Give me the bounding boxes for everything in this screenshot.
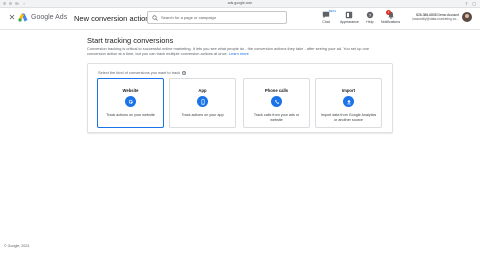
app-header: ✕ Google Ads New conversion action BETA … — [0, 8, 480, 30]
share-icon[interactable]: ⇪ — [465, 1, 468, 6]
help-circle-icon[interactable]: ? — [182, 70, 187, 75]
card-description: Track actions on your website — [106, 113, 155, 117]
card-title: App — [198, 88, 207, 93]
help-button[interactable]: ? Help — [366, 11, 374, 24]
google-ads-logo-icon — [18, 13, 28, 22]
conversion-type-panel: Select the kind of conversions you want … — [87, 63, 393, 133]
help-icon: ? — [366, 11, 374, 19]
notification-count: 1 — [386, 10, 391, 15]
card-phone-calls[interactable]: Phone calls Track calls from your ads or… — [243, 78, 310, 128]
back-icon[interactable]: ‹ — [18, 1, 19, 6]
footer-copyright: © Google, 2023. — [4, 244, 31, 248]
card-website[interactable]: Website Track actions on your website — [97, 78, 164, 128]
account-info[interactable]: 828-386-6808 Demo Account lucasmilly@dat… — [409, 13, 459, 21]
search-input[interactable] — [161, 15, 281, 20]
address-bar[interactable]: ads.google.com — [215, 1, 265, 6]
card-app[interactable]: App Track actions on your app — [169, 78, 236, 128]
notifications-button[interactable]: 1 Notifications — [381, 10, 401, 24]
google-ads-logo[interactable]: Google Ads — [18, 13, 67, 22]
smartphone-icon — [197, 96, 208, 107]
page-heading: Start tracking conversions — [87, 36, 174, 45]
cursor-click-icon — [125, 96, 136, 107]
chat-label: Chat — [322, 20, 330, 24]
card-description: Import data from Google Analytics or ano… — [320, 113, 377, 122]
page-description: Conversion tracking is critical to succe… — [87, 46, 387, 56]
search-icon — [152, 14, 158, 21]
conversion-type-prompt: Select the kind of conversions you want … — [98, 70, 187, 75]
card-description: Track calls from your ads or website — [253, 113, 300, 122]
card-title: Phone calls — [264, 88, 289, 93]
close-icon[interactable]: ✕ — [7, 13, 17, 23]
notifications-label: Notifications — [381, 20, 401, 24]
browser-chrome: ‹ › ads.google.com ⇪ ▢ — [0, 0, 480, 8]
help-label: Help — [366, 20, 374, 24]
phone-icon — [271, 96, 282, 107]
search-box[interactable] — [147, 11, 287, 24]
browser-actions[interactable]: ⇪ ▢ — [465, 1, 476, 6]
card-title: Website — [122, 88, 139, 93]
avatar[interactable] — [462, 12, 472, 22]
logo-text: Google Ads — [31, 14, 68, 21]
forward-icon[interactable]: › — [23, 1, 24, 6]
page-title: New conversion action — [74, 14, 150, 23]
chat-button[interactable]: BETA Chat — [322, 9, 336, 24]
account-email: lucasmilly@data-marketing.co... — [412, 17, 459, 21]
learn-more-link[interactable]: Learn more — [229, 51, 249, 56]
svg-text:?: ? — [369, 13, 372, 19]
card-import[interactable]: Import Import data from Google Analytics… — [315, 78, 382, 128]
prompt-text: Select the kind of conversions you want … — [98, 70, 181, 75]
card-title: Import — [341, 88, 356, 93]
upload-icon — [343, 96, 354, 107]
tabs-icon[interactable]: ▢ — [472, 1, 476, 6]
browser-nav[interactable]: ‹ › — [18, 1, 25, 6]
card-description: Track actions on your app — [181, 113, 224, 117]
appearance-icon — [345, 11, 353, 19]
window-controls[interactable] — [3, 2, 18, 5]
beta-badge: BETA — [329, 9, 337, 13]
appearance-button[interactable]: Appearance — [340, 11, 359, 24]
appearance-label: Appearance — [340, 20, 359, 24]
